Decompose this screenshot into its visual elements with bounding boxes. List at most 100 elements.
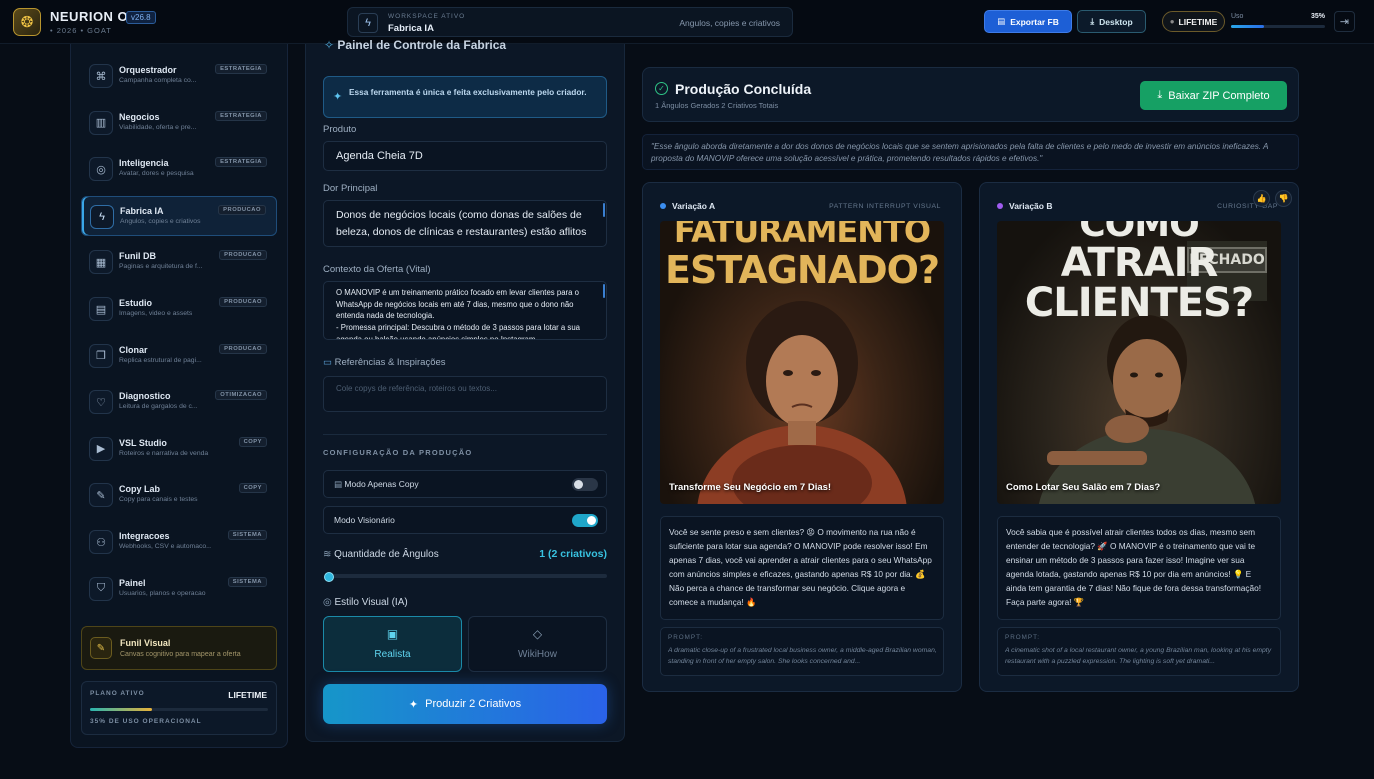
pain-textarea[interactable]: Donos de negócios locais (como donas de … bbox=[323, 200, 607, 247]
refs-textarea[interactable]: Cole copys de referência, roteiros ou te… bbox=[323, 376, 607, 412]
clapper-icon: ▤ bbox=[89, 297, 113, 321]
sparkle-icon: ✧ bbox=[324, 38, 338, 52]
creative-image[interactable]: FECHADO COMO ATRAIR CLIENTES? Como Lotar… bbox=[997, 221, 1281, 504]
plug-icon: ⚇ bbox=[89, 530, 113, 554]
version-badge: v26.8 bbox=[126, 11, 156, 24]
command-icon: ⌘ bbox=[89, 64, 113, 88]
wand-icon: ✦ bbox=[408, 698, 419, 711]
sidebar-item-sub: Angulos, copies e criativos bbox=[120, 217, 201, 225]
prompt-box: PROMPT: A cinematic shot of a local rest… bbox=[997, 627, 1281, 676]
desktop-button[interactable]: ⤓ Desktop bbox=[1077, 10, 1146, 33]
sidebar-item-vsl-studio[interactable]: ▶ VSL Studio Roteiros e narrativa de venda… bbox=[81, 429, 277, 469]
sidebar-item-sub: Avatar, dores e pesquisa bbox=[119, 170, 194, 178]
sidebar-item-label: Integracoes bbox=[119, 531, 170, 541]
sidebar-item-label: Diagnostico bbox=[119, 391, 171, 402]
style-label-text: Estilo Visual (IA) bbox=[334, 597, 408, 608]
copy-only-toggle[interactable] bbox=[572, 478, 598, 491]
style-option-wikihow[interactable]: ◇ WikiHow bbox=[468, 616, 607, 672]
variation-name: Variação A bbox=[672, 201, 716, 211]
download-zip-button[interactable]: ⤓ Baixar ZIP Completo bbox=[1140, 81, 1287, 110]
file-icon: ▤ bbox=[334, 479, 345, 489]
sidebar-item-integracoes[interactable]: ⚇ Integracoes Webhooks, CSV e automaco... S… bbox=[81, 522, 277, 562]
variation-tag: CURIOSITY GAP bbox=[1217, 203, 1278, 210]
sidebar-item-painel[interactable]: ⛉ Painel Usuarios, planos e operacao SISTEM… bbox=[81, 569, 277, 609]
sidebar: ⌘ Orquestrador Campanha completa co... ESTR… bbox=[70, 44, 288, 748]
sidebar-item-badge: ESTRATEGIA bbox=[215, 110, 267, 121]
quantity-slider[interactable] bbox=[326, 574, 607, 578]
context-textarea[interactable]: O MANOVIP é um treinamento prático focad… bbox=[323, 281, 607, 340]
sidebar-item-badge: COPY bbox=[238, 483, 267, 494]
info-banner: ✦ Essa ferramenta é única e feita exclus… bbox=[323, 76, 607, 118]
variation-name: Variação B bbox=[1009, 201, 1053, 211]
sidebar-item-label: VSL Studio bbox=[119, 437, 167, 448]
visionary-row: Modo Visionário bbox=[323, 506, 607, 534]
copy-only-label: ▤ Modo Apenas Copy bbox=[334, 479, 419, 490]
funnel-visual-card[interactable]: ✎ Funil Visual Canvas cognitivo para map… bbox=[81, 626, 277, 670]
sidebar-item-sub: Leitura de gargalos de c... bbox=[119, 403, 198, 411]
sidebar-item-inteligencia[interactable]: ◎ Inteligencia Avatar, dores e pesquisa EST… bbox=[81, 149, 277, 189]
panel-title: ✧ Painel de Controle da Fabrica bbox=[324, 38, 506, 52]
sidebar-item-funil-db[interactable]: ▦ Funil DB Paginas e arquitetura de f... PR… bbox=[81, 242, 277, 282]
palette-icon: ◎ bbox=[323, 597, 335, 608]
visionary-label: Modo Visionário bbox=[334, 515, 395, 525]
product-input[interactable]: Agenda Cheia 7D bbox=[323, 141, 607, 171]
tag-icon: ✎ bbox=[90, 637, 112, 659]
sidebar-item-sub: Replica estrutural de pagi... bbox=[119, 356, 202, 364]
sidebar-item-orquestrador[interactable]: ⌘ Orquestrador Campanha completa co... ESTR… bbox=[81, 56, 277, 96]
quantity-label-text: Quantidade de Ângulos bbox=[334, 549, 439, 560]
desktop-label: Desktop bbox=[1099, 16, 1133, 27]
logo-icon[interactable]: ❂ bbox=[13, 8, 41, 36]
pain-label: Dor Principal bbox=[323, 183, 378, 194]
book-icon: ▭ bbox=[323, 357, 335, 368]
export-fb-button[interactable]: ▤ Exportar FB bbox=[984, 10, 1072, 33]
refs-label: ▭ Referências & Inspirações bbox=[323, 357, 446, 368]
quantity-slider-handle[interactable] bbox=[324, 572, 334, 582]
thumbs-up-button[interactable]: 👍 bbox=[1253, 190, 1270, 207]
sidebar-item-badge: SISTEMA bbox=[227, 576, 267, 587]
thumbs-down-button[interactable]: 👎 bbox=[1275, 190, 1292, 207]
sidebar-item-label: Copy Lab bbox=[119, 484, 161, 495]
product-label: Produto bbox=[323, 124, 357, 135]
sidebar-item-label: Orquestrador bbox=[119, 65, 177, 75]
produce-button[interactable]: ✦ Produzir 2 Criativos bbox=[323, 684, 607, 724]
download-zip-label: Baixar ZIP Completo bbox=[1168, 89, 1270, 102]
headline-line-3: CLIENTES? bbox=[1024, 280, 1254, 326]
usage-bar bbox=[1231, 25, 1325, 28]
quantity-label: ≋ Quantidade de Ângulos bbox=[323, 549, 439, 560]
sidebar-item-clonar[interactable]: ❐ Clonar Replica estrutural de pagi... PROD… bbox=[81, 336, 277, 376]
copy-only-row: ▤ Modo Apenas Copy bbox=[323, 470, 607, 498]
product-value: Agenda Cheia 7D bbox=[336, 150, 423, 162]
shield-icon: ⛉ bbox=[89, 576, 113, 601]
toggle-knob bbox=[574, 480, 583, 489]
creative-image[interactable]: FATURAMENTO ESTAGNADO? Transforme Seu Ne… bbox=[660, 221, 944, 504]
sidebar-item-estudio[interactable]: ▤ Estudio Imagens, video e assets PRODUCAO bbox=[81, 289, 277, 329]
sidebar-item-diagnostico[interactable]: ♡ Diagnostico Leitura de gargalos de c... O… bbox=[81, 382, 277, 422]
variation-title: Variação A bbox=[660, 201, 715, 211]
style-option-label: Realista bbox=[374, 649, 411, 660]
sidebar-item-fabrica-ia[interactable]: ϟ Fabrica IA Angulos, copies e criativos PR… bbox=[81, 195, 277, 236]
sidebar-item-badge: SISTEMA bbox=[227, 530, 267, 540]
angle-quote: "Esse ângulo aborda diretamente a dor do… bbox=[642, 134, 1299, 170]
plan-usage-fill bbox=[90, 708, 153, 711]
variation-title: Variação B bbox=[997, 201, 1052, 211]
workspace-selector[interactable]: ϟ WORKSPACE ATIVO Fabrica IA Angulos, co… bbox=[347, 7, 793, 37]
bolt-icon: ϟ bbox=[90, 204, 114, 229]
usage-label: Uso bbox=[1231, 13, 1244, 20]
usage-percent: 35% bbox=[1311, 13, 1326, 20]
context-scrollbar[interactable] bbox=[603, 284, 605, 298]
sidebar-item-negocios[interactable]: ▥ Negocios Viabilidade, oferta e pre... EST… bbox=[81, 103, 277, 143]
variation-dot bbox=[660, 203, 666, 209]
production-complete-card: ✓ Produção Concluída 1 Ângulos Gerados 2… bbox=[642, 67, 1299, 122]
logout-button[interactable]: ⇥ bbox=[1334, 11, 1355, 32]
visionary-toggle[interactable] bbox=[572, 514, 598, 527]
pain-scrollbar[interactable] bbox=[603, 203, 605, 217]
usage-bar-fill bbox=[1231, 25, 1264, 28]
sidebar-item-copy-lab[interactable]: ✎ Copy Lab Copy para canais e testes COPY bbox=[81, 475, 277, 515]
funnel-title: Funil Visual bbox=[120, 638, 171, 648]
result-subtitle: 1 Ângulos Gerados 2 Criativos Totais bbox=[655, 101, 779, 110]
style-option-realista[interactable]: ▣ Realista bbox=[323, 616, 462, 672]
copy-icon: ❐ bbox=[89, 343, 113, 368]
sidebar-item-label: Negocios bbox=[119, 111, 160, 122]
lifetime-badge[interactable]: ● LIFETIME bbox=[1162, 11, 1225, 32]
copy-only-text: Modo Apenas Copy bbox=[344, 479, 419, 489]
